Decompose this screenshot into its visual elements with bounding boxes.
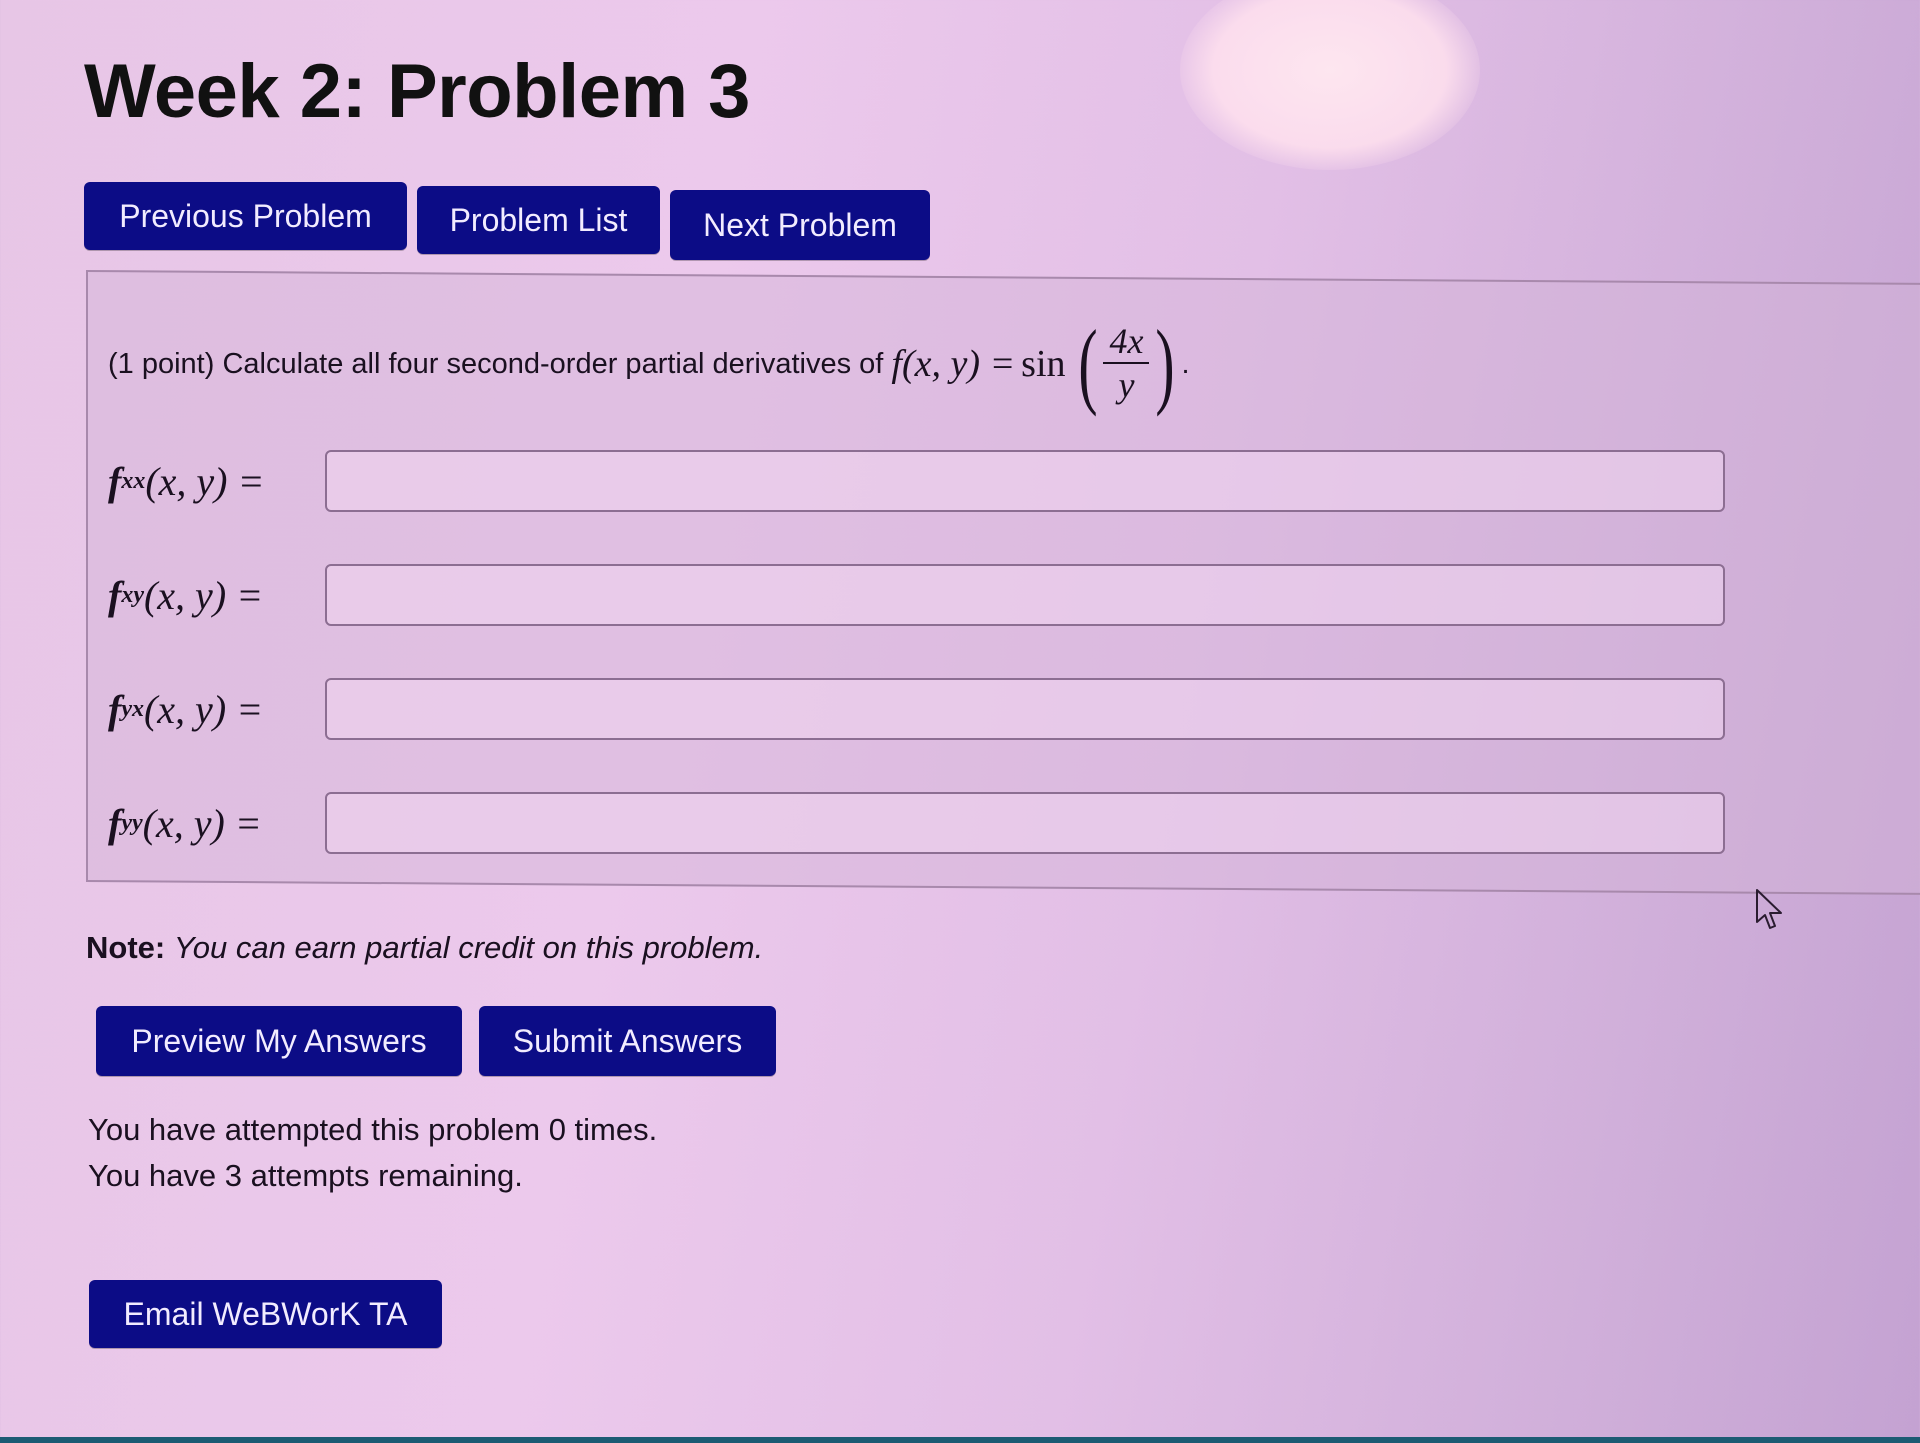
- note-label: Note:: [86, 930, 166, 965]
- previous-problem-button[interactable]: Previous Problem: [84, 182, 407, 250]
- answer-label-fyx: f yx (x, y) =: [108, 686, 264, 732]
- submit-answers-button[interactable]: Submit Answers: [479, 1006, 776, 1076]
- screen-glare: [1180, 0, 1480, 170]
- problem-list-button[interactable]: Problem List: [417, 186, 660, 254]
- preview-answers-button[interactable]: Preview My Answers: [96, 1006, 462, 1076]
- answer-row-fyx: f yx (x, y) =: [108, 678, 1725, 740]
- next-problem-button[interactable]: Next Problem: [670, 190, 930, 260]
- function-lhs: f(x, y) =: [891, 343, 1016, 385]
- function-name: sin: [1021, 343, 1066, 385]
- partial-credit-note: Note: You can earn partial credit on thi…: [86, 930, 763, 966]
- answer-input-fxx[interactable]: [325, 450, 1725, 512]
- page-title: Week 2: Problem 3: [84, 49, 750, 134]
- fraction-denominator: y: [1118, 365, 1135, 405]
- left-paren: (: [1077, 310, 1098, 417]
- answer-row-fxy: f xy (x, y) =: [108, 564, 1725, 626]
- answer-row-fxx: f xx (x, y) =: [108, 450, 1725, 512]
- screen-bezel: [0, 1437, 1920, 1443]
- right-paren: ): [1155, 310, 1176, 417]
- attempts-count-text: You have attempted this problem 0 times.: [88, 1112, 658, 1147]
- statement-period: .: [1181, 347, 1190, 380]
- problem-statement: (1 point) Calculate all four second-orde…: [108, 316, 1190, 412]
- answer-label-fxy: f xy (x, y) =: [108, 572, 264, 618]
- function-argument: ( 4x y ): [1072, 316, 1182, 412]
- statement-text: Calculate all four second-order partial …: [222, 347, 884, 380]
- fraction: 4x y: [1103, 322, 1150, 405]
- answer-input-fyx[interactable]: [325, 678, 1725, 740]
- answer-label-fyy: f yy (x, y) =: [108, 800, 262, 846]
- attempts-remaining-text: You have 3 attempts remaining.: [88, 1158, 523, 1193]
- answer-input-fxy[interactable]: [325, 564, 1725, 626]
- note-text: You can earn partial credit on this prob…: [173, 930, 764, 965]
- answer-input-fyy[interactable]: [325, 792, 1725, 854]
- answer-label-fxx: f xx (x, y) =: [108, 458, 265, 504]
- email-ta-button[interactable]: Email WeBWorK TA: [89, 1280, 442, 1348]
- mouse-cursor-icon: [1756, 889, 1782, 929]
- points-label: (1 point): [108, 347, 215, 380]
- fraction-numerator: 4x: [1103, 322, 1150, 364]
- answer-row-fyy: f yy (x, y) =: [108, 792, 1725, 854]
